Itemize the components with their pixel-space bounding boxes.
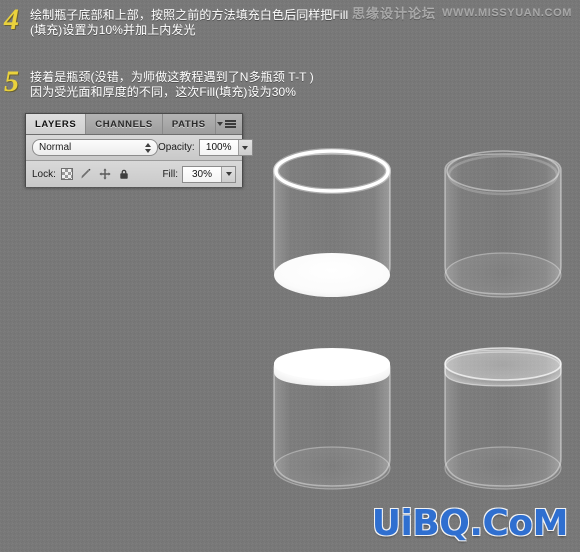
tab-paths[interactable]: PATHS bbox=[163, 114, 216, 134]
step-4-line-1: 绘制瓶子底部和上部，按照之前的方法填充白色后同样把Fill bbox=[30, 8, 349, 22]
lock-icon-group bbox=[60, 168, 130, 180]
chevron-down-icon bbox=[217, 122, 223, 126]
step-5-number: 5 bbox=[4, 65, 19, 98]
step-5-text: 接着是瓶颈(没错，为师做这教程遇到了N多瓶颈 T-T ) 因为受光面和厚度的不同… bbox=[30, 70, 314, 100]
opacity-label: Opacity: bbox=[158, 142, 195, 153]
watermark-site-url: WWW.MISSYUAN.COM bbox=[442, 6, 572, 19]
layers-panel: LAYERS CHANNELS PATHS Normal Opacity: 10… bbox=[25, 113, 253, 187]
hamburger-icon bbox=[225, 120, 236, 128]
step-4-number: 4 bbox=[4, 3, 19, 36]
blend-mode-value: Normal bbox=[39, 142, 72, 153]
fill-dropdown-icon[interactable] bbox=[221, 166, 235, 182]
lock-image-pixels-icon[interactable] bbox=[80, 168, 92, 180]
blend-mode-select[interactable]: Normal bbox=[32, 139, 158, 156]
jar-top-left bbox=[262, 142, 402, 307]
lock-all-icon[interactable] bbox=[118, 168, 130, 180]
blend-opacity-row: Normal Opacity: 100% bbox=[26, 135, 253, 161]
lock-fill-row: Lock: Fill: 30% bbox=[26, 161, 242, 187]
lock-label: Lock: bbox=[32, 168, 56, 180]
fill-label: Fill: bbox=[162, 168, 178, 180]
jar-bottom-right bbox=[433, 338, 573, 496]
panel-menu-icon[interactable] bbox=[217, 114, 242, 134]
opacity-field[interactable]: 100% bbox=[198, 139, 253, 156]
step-4-text: 绘制瓶子底部和上部，按照之前的方法填充白色后同样把Fill (填充)设置为10%… bbox=[30, 8, 348, 38]
watermark-site-name-cn: 思缘设计论坛 bbox=[352, 6, 437, 21]
opacity-value[interactable]: 100% bbox=[199, 140, 238, 155]
jar-bottom-left bbox=[262, 338, 402, 496]
jar-top-right bbox=[433, 142, 573, 307]
tutorial-screenshot: 思缘设计论坛 WWW.MISSYUAN.COM 4 绘制瓶子底部和上部，按照之前… bbox=[0, 0, 580, 552]
opacity-dropdown-icon[interactable] bbox=[237, 140, 252, 155]
lock-position-icon[interactable] bbox=[99, 168, 111, 180]
tab-layers[interactable]: LAYERS bbox=[26, 114, 87, 134]
fill-field[interactable]: 30% bbox=[182, 165, 236, 183]
fill-value[interactable]: 30% bbox=[183, 166, 221, 182]
step-5-line-1: 接着是瓶颈(没错，为师做这教程遇到了N多瓶颈 T-T ) bbox=[30, 70, 314, 84]
step-5-line-2: 因为受光面和厚度的不同，这次Fill(填充)设为30% bbox=[30, 85, 297, 99]
watermark-logo: UiBQ.CoM bbox=[371, 503, 569, 544]
lock-transparent-pixels-icon[interactable] bbox=[60, 168, 73, 180]
tab-channels[interactable]: CHANNELS bbox=[86, 114, 163, 134]
watermark-top: 思缘设计论坛 WWW.MISSYUAN.COM bbox=[352, 3, 572, 22]
step-5-block: 5 接着是瓶颈(没错，为师做这教程遇到了N多瓶颈 T-T ) 因为受光面和厚度的… bbox=[0, 65, 314, 100]
stepper-updown-icon[interactable] bbox=[145, 142, 151, 153]
step-4-line-2: (填充)设置为10%并加上内发光 bbox=[30, 23, 196, 37]
panel-tab-bar: LAYERS CHANNELS PATHS bbox=[26, 114, 242, 135]
step-4-block: 4 绘制瓶子底部和上部，按照之前的方法填充白色后同样把Fill (填充)设置为1… bbox=[0, 3, 348, 38]
